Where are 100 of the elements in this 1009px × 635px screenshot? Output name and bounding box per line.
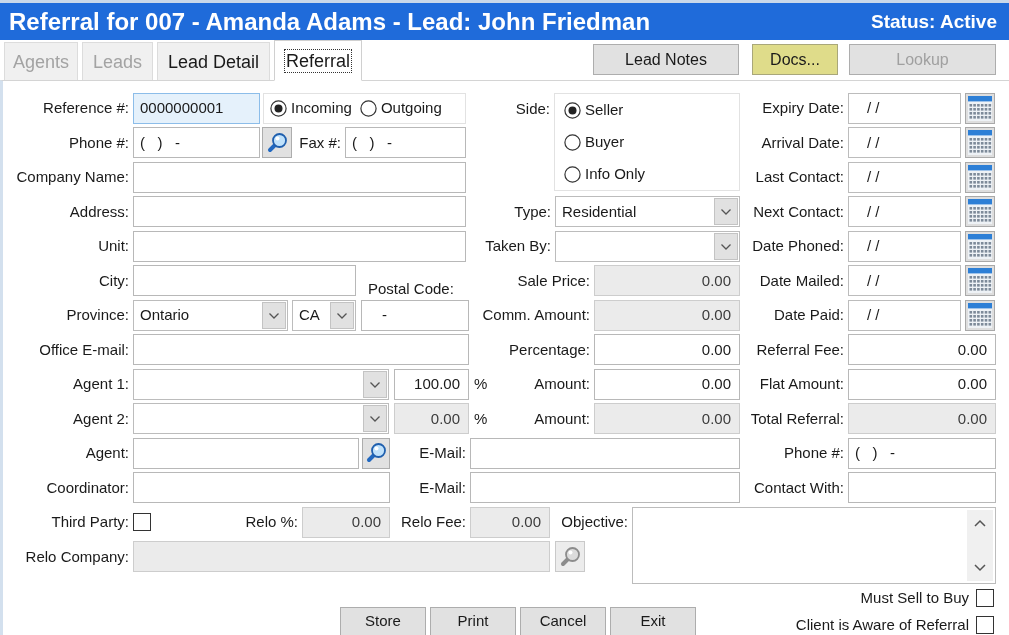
field-label: Date Paid: (773, 305, 845, 325)
field-label: Unit: (98, 236, 130, 256)
toolbar-button[interactable]: Docs... (752, 44, 838, 75)
field-label: Expiry Date: (762, 98, 845, 118)
radio-option[interactable]: Info Only (564, 158, 739, 190)
text-field[interactable]: ( ) - (345, 127, 466, 159)
text-field[interactable]: 0.00 (848, 368, 996, 400)
field-label: Date Mailed: (759, 270, 845, 291)
field-label: Flat Amount: (759, 374, 845, 394)
field-label: Last Contact: (755, 167, 845, 187)
field-label: Comm. Amount: (482, 305, 591, 325)
calendar-icon[interactable] (965, 230, 995, 262)
search-button[interactable] (362, 437, 390, 469)
radio-option[interactable]: Buyer (564, 126, 739, 158)
date-field[interactable]: / / (848, 196, 961, 228)
field-label: Next Contact: (753, 201, 845, 222)
field-label: Third Party: (51, 512, 130, 532)
unit-label: % (474, 408, 488, 429)
text-field[interactable]: ( ) - (133, 127, 260, 159)
field-label: Side: (515, 99, 551, 119)
checkbox[interactable] (976, 616, 994, 634)
checkbox-label: Must Sell to Buy (860, 587, 969, 608)
action-button[interactable]: Print (430, 607, 516, 635)
chevron-down-icon[interactable] (974, 564, 986, 572)
field-label: Phone #: (783, 443, 845, 463)
date-field[interactable]: / / (848, 299, 961, 331)
text-field[interactable]: ( ) - (848, 437, 996, 469)
calendar-icon[interactable] (965, 161, 995, 193)
checkbox-label: Client is Aware of Referral (795, 614, 969, 635)
tab[interactable]: Lead Detail (157, 42, 270, 80)
field-label: Province: (66, 305, 130, 325)
text-field[interactable]: 100.00 (394, 368, 469, 400)
search-icon[interactable] (365, 442, 387, 465)
field-label: Type: (514, 201, 552, 222)
text-field[interactable] (133, 196, 466, 228)
date-field[interactable]: / / (848, 230, 961, 262)
dropdown[interactable] (555, 230, 740, 262)
action-button[interactable]: Store (340, 607, 426, 635)
unit-label: % (474, 374, 488, 394)
radio-option[interactable]: Seller (564, 94, 739, 126)
field-label: Total Referral: (750, 408, 845, 429)
field-label: City: (99, 270, 130, 291)
calendar-icon[interactable] (965, 92, 995, 124)
calendar-icon[interactable] (965, 196, 995, 228)
text-field[interactable]: - (361, 299, 469, 331)
field-label: Company Name: (16, 167, 130, 187)
date-field[interactable]: / / (848, 127, 961, 159)
field-label: Relo Company: (25, 546, 130, 567)
status-text: Status: Active (871, 12, 997, 31)
field-label: Agent 1: (73, 374, 130, 394)
dropdown[interactable]: Ontario (133, 299, 288, 331)
checkbox[interactable] (976, 589, 994, 607)
field-label: Coordinator: (46, 477, 130, 498)
text-field[interactable] (133, 161, 466, 193)
radio-icon[interactable] (564, 165, 581, 183)
field-label: Arrival Date: (761, 132, 845, 153)
field-label: Sale Price: (517, 270, 591, 291)
calendar-icon[interactable] (965, 299, 995, 331)
field-label: Contact With: (753, 477, 845, 498)
dropdown[interactable] (133, 368, 389, 400)
radio-icon[interactable] (564, 101, 581, 119)
text-field[interactable] (470, 437, 740, 469)
radio-icon[interactable] (270, 99, 287, 117)
toolbar-button[interactable]: Lead Notes (593, 44, 739, 75)
field-label: E-Mail: (419, 443, 467, 463)
text-field[interactable] (133, 265, 356, 297)
text-field[interactable] (133, 437, 359, 469)
radio-icon[interactable] (359, 99, 377, 117)
radio-option[interactable]: Outgoing (359, 97, 442, 120)
field-label: Percentage: (509, 339, 591, 360)
field-label: Objective: (561, 512, 629, 532)
text-field[interactable]: 0.00 (848, 334, 996, 366)
field-label: Date Phoned: (752, 236, 845, 256)
date-field[interactable]: / / (848, 265, 961, 297)
calendar-icon[interactable] (965, 127, 995, 159)
dropdown[interactable]: Residential (555, 196, 740, 228)
action-button[interactable]: Cancel (520, 607, 606, 635)
text-field[interactable]: 0000000001 (133, 92, 260, 124)
scrollbar[interactable] (967, 510, 993, 581)
date-field[interactable]: / / (848, 161, 961, 193)
radio-option[interactable]: Incoming (270, 97, 352, 120)
window-title: Referral for 007 - Amanda Adams - Lead: John Friedman (9, 9, 651, 34)
action-button[interactable]: Exit (610, 607, 696, 635)
calendar-icon[interactable] (965, 265, 995, 297)
dropdown[interactable]: CA (292, 299, 356, 331)
checkbox[interactable] (133, 513, 151, 532)
text-field[interactable] (470, 472, 740, 504)
field-label: Office E-mail: (39, 339, 130, 360)
field-label: Phone #: (68, 132, 130, 153)
text-field[interactable]: 0.00 (594, 368, 740, 400)
date-field[interactable]: / / (848, 92, 961, 124)
chevron-up-icon[interactable] (974, 519, 986, 527)
radio-icon[interactable] (564, 133, 581, 151)
text-field[interactable]: 0.00 (594, 334, 740, 366)
text-field[interactable] (133, 334, 469, 366)
text-field[interactable] (133, 472, 390, 504)
field-label: Address: (69, 201, 130, 222)
text-field[interactable] (848, 472, 996, 504)
tab[interactable]: Referral (274, 40, 362, 81)
text-field[interactable] (133, 230, 466, 262)
